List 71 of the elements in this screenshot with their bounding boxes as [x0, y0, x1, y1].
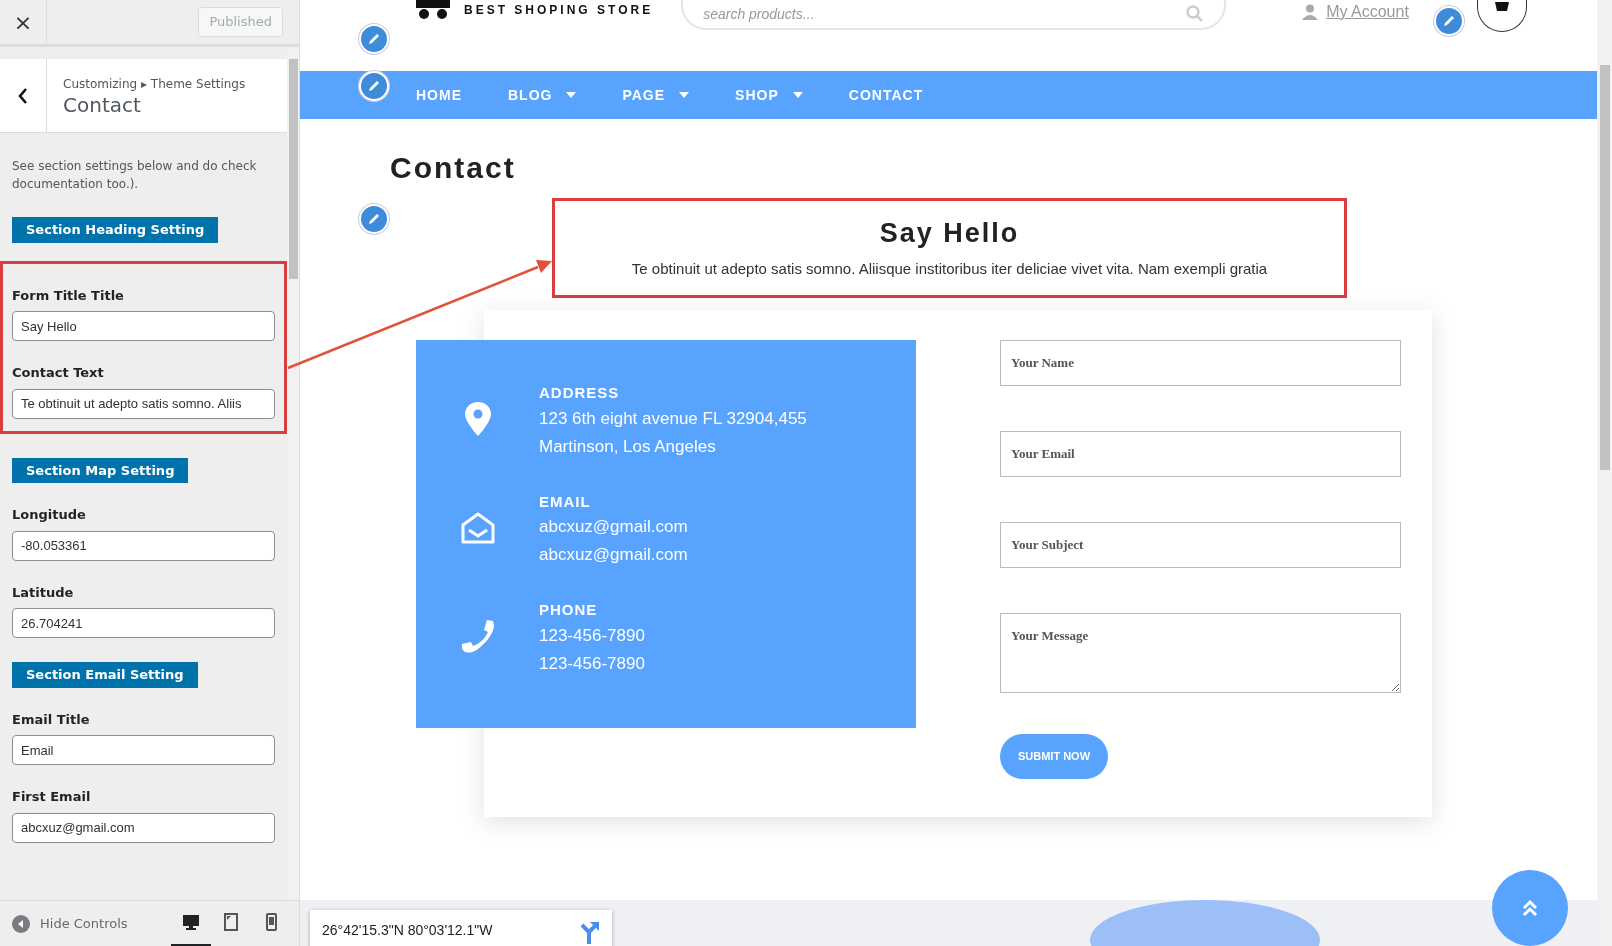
caret-icon [792, 92, 803, 98]
message-field[interactable]: Your Message [1000, 613, 1401, 693]
pencil-icon [366, 31, 382, 47]
collapse-icon [12, 914, 30, 933]
field-label: Email Title [12, 710, 91, 729]
text-field[interactable]: abcxuz@gmail.com [12, 812, 275, 843]
nav-link[interactable]: BLOG [502, 83, 583, 107]
text-field[interactable]: Your Name [1000, 340, 1401, 386]
field-label: Form Title Title [12, 286, 125, 305]
info-label: ADDRESS [539, 383, 621, 403]
user-icon [1302, 4, 1319, 20]
basket-icon [1493, 0, 1510, 12]
edit-shortcut-button[interactable] [359, 204, 389, 234]
text-field[interactable]: Your Subject [1000, 522, 1401, 568]
field-label: First Email [12, 788, 92, 806]
info-label: EMAIL [539, 491, 592, 512]
info-text: Martinson, Los Angeles [539, 435, 717, 458]
field-label: Contact Text [12, 364, 105, 382]
desktop-icon [182, 913, 200, 931]
close-button[interactable]: × [0, 0, 47, 44]
section-title: Say Hello [878, 217, 1021, 250]
nav-link[interactable]: SHOP [729, 83, 809, 107]
breadcrumb: Customizing ▸ Theme Settings [63, 76, 246, 93]
section-heading: Section Map Setting [12, 457, 189, 483]
text-field[interactable]: Your Email [1000, 431, 1401, 477]
directions-icon [578, 920, 600, 944]
panel-title: Contact [63, 93, 142, 117]
text-field[interactable]: 26.704241 [12, 608, 275, 638]
text-field[interactable]: Say Hello [12, 311, 275, 341]
info-text: 123 6th eight avenue FL 32904,455 [539, 407, 807, 430]
info-text: 123-456-7890 [539, 652, 645, 675]
section-text: Te obtinuit ut adepto satis somno. Aliisque institoribus iter deliciae vivet vita. Nam exempli gratia [630, 258, 1269, 279]
search-icon [1186, 5, 1205, 23]
info-text: 123-456-7890 [539, 624, 645, 647]
search-field[interactable]: search products... [681, 0, 1227, 30]
submit-button[interactable]: SUBMIT NOW [1000, 734, 1108, 779]
cart-button[interactable] [1476, 0, 1527, 32]
section-heading: Section Email Setting [12, 662, 198, 688]
pencil-icon [366, 78, 382, 94]
section-heading: Section Heading Setting [12, 217, 219, 243]
edit-shortcut-button[interactable] [359, 24, 389, 54]
info-label: PHONE [539, 600, 599, 620]
envelope-icon [459, 510, 496, 545]
edit-shortcut-button[interactable] [1434, 6, 1464, 36]
nav-link[interactable]: CONTACT [842, 83, 930, 107]
caret-icon [566, 92, 577, 98]
field-label: Longitude [12, 506, 87, 524]
pencil-icon [1441, 13, 1457, 29]
text-field[interactable]: Email [12, 735, 275, 765]
pencil-icon [366, 211, 382, 227]
text-field[interactable]: Te obtinuit ut adepto satis somno. Aliis [12, 388, 275, 419]
caret-icon [679, 92, 690, 98]
section-description: See section settings below and do check documentation too.). [11, 158, 258, 193]
tablet-icon [222, 913, 240, 931]
edit-shortcut-button[interactable] [359, 71, 389, 101]
hide-controls-button[interactable]: Hide Controls [12, 913, 128, 934]
account-link[interactable]: My Account [1302, 0, 1409, 24]
text-field[interactable]: -80.053361 [12, 530, 275, 561]
field-label: Latitude [12, 583, 75, 602]
coordinates-text: 26°42'15.3"N 80°03'12.1"W [322, 921, 493, 940]
logo-text: BEST SHOPING STORE [464, 2, 654, 19]
nav-link[interactable]: PAGE [616, 83, 696, 107]
search-placeholder: search products... [703, 4, 815, 24]
page-title: Contact [390, 150, 517, 186]
info-text: abcxuz@gmail.com [539, 544, 688, 566]
info-text: abcxuz@gmail.com [539, 516, 688, 538]
location-pin-icon [464, 402, 491, 436]
nav-link[interactable]: HOME [410, 83, 468, 107]
back-icon [18, 87, 28, 104]
double-chevron-up-icon [1522, 899, 1538, 917]
phone-handset-icon [459, 619, 496, 655]
